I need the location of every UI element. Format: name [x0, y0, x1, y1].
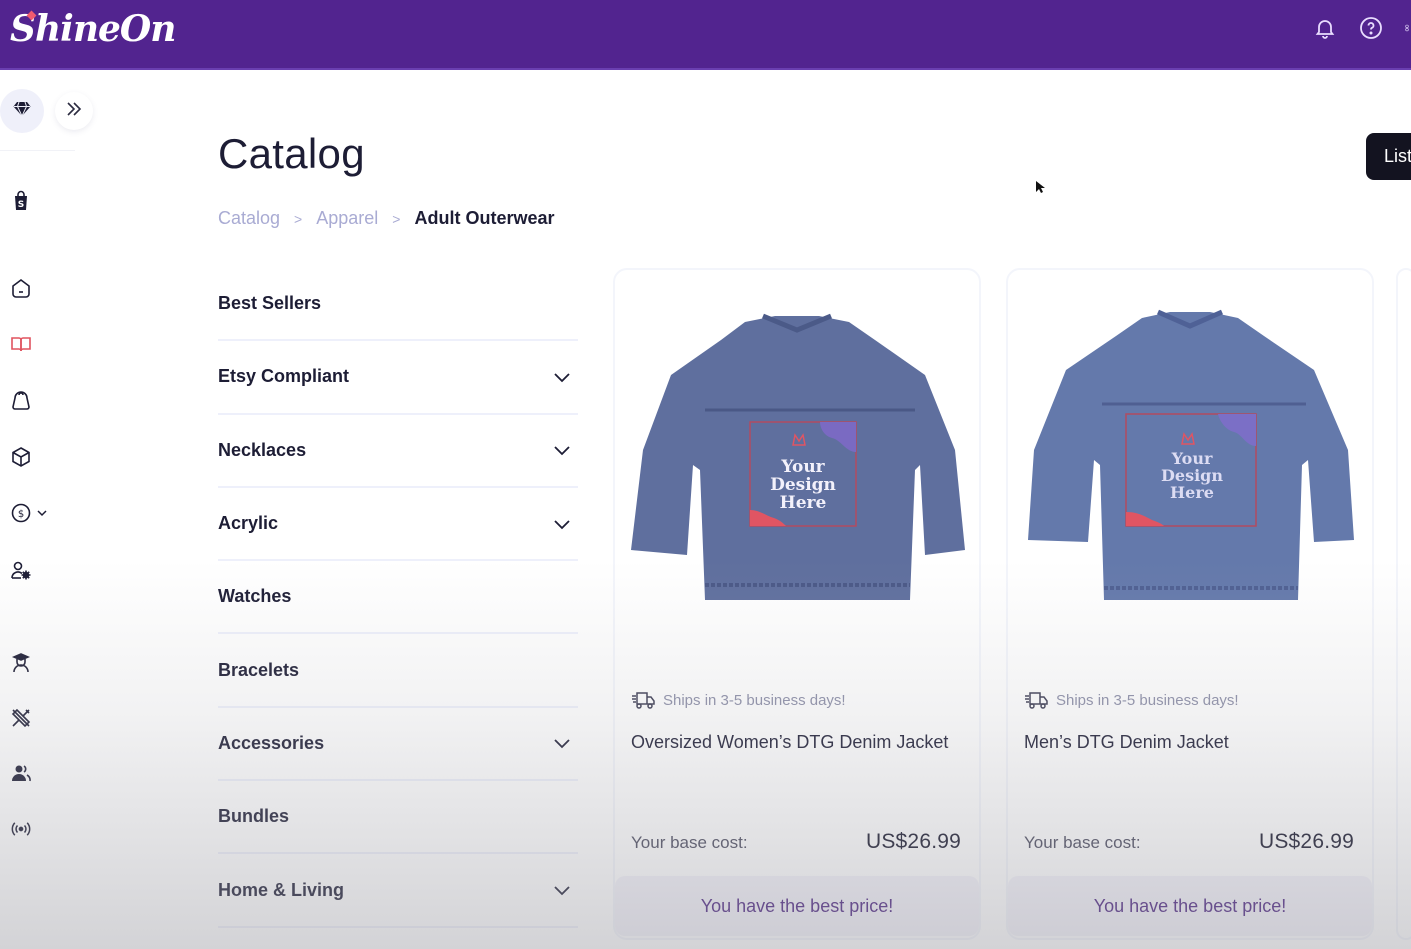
category-label: Home & Living	[218, 879, 345, 900]
category-watches[interactable]: Watches	[218, 561, 578, 635]
top-bar: ShineOn	[0, 0, 1411, 70]
svg-text:S: S	[18, 200, 24, 210]
base-cost-label: Your base cost:	[631, 833, 748, 852]
category-accessories[interactable]: Accessories	[218, 708, 578, 782]
page-title: Catalog	[218, 130, 365, 177]
category-label: Etsy Compliant	[218, 366, 350, 387]
base-cost-value: US$26.99	[865, 830, 961, 853]
help-icon[interactable]	[1357, 14, 1385, 42]
mouse-cursor-icon	[1036, 181, 1045, 193]
expand-sidebar-button[interactable]	[55, 92, 93, 130]
category-etsy-compliant[interactable]: Etsy Compliant	[218, 341, 578, 415]
sidebar-divider	[0, 150, 75, 151]
brand-button[interactable]	[0, 89, 44, 133]
category-label: Bundles	[218, 806, 290, 827]
delivery-truck-icon	[1025, 692, 1048, 709]
product-card[interactable]: Your Design Here Ships in 3-5 business d…	[613, 268, 981, 940]
home-icon[interactable]	[8, 275, 34, 301]
orders-bag-icon[interactable]	[8, 388, 34, 414]
chevron-down-icon[interactable]	[552, 880, 572, 900]
image-text-line: Design	[770, 475, 836, 495]
list-product-button[interactable]: List	[1366, 133, 1411, 180]
category-bundles[interactable]: Bundles	[218, 781, 578, 855]
category-label: Accessories	[218, 732, 325, 753]
image-text-line: Your	[780, 457, 825, 477]
category-label: Best Sellers	[218, 293, 322, 314]
chevron-down-icon[interactable]	[552, 733, 572, 753]
catalog-book-icon[interactable]	[8, 331, 34, 357]
image-text-line: Here	[1170, 483, 1214, 502]
billing-chevron-down-icon[interactable]	[36, 507, 48, 519]
breadcrumb-current: Adult Outerwear	[414, 208, 555, 228]
breadcrumb-separator-icon: >	[392, 210, 401, 227]
svg-text:$: $	[18, 509, 24, 520]
delivery-truck-icon	[632, 692, 655, 709]
sidebar: S $	[0, 72, 110, 949]
category-acrylic[interactable]: Acrylic	[218, 488, 578, 562]
product-name[interactable]: Oversized Women’s DTG Denim Jacket	[631, 732, 948, 753]
shipping-info: Ships in 3-5 business days!	[631, 690, 846, 710]
category-label: Necklaces	[218, 439, 307, 460]
diamond-icon	[13, 101, 31, 122]
image-text-line: Here	[780, 493, 827, 513]
product-card[interactable]: Your Design Here Ships in 3-5 business d…	[1006, 268, 1374, 940]
chevron-down-icon[interactable]	[552, 514, 572, 534]
account-settings-icon[interactable]	[8, 558, 34, 584]
product-image-denim-jacket[interactable]: Your Design Here	[1018, 300, 1362, 600]
design-tools-icon[interactable]	[8, 705, 34, 731]
shipping-text: Ships in 3-5 business days!	[663, 691, 846, 709]
base-cost-row: Your base cost: US$26.99	[1024, 830, 1354, 854]
academy-icon[interactable]	[8, 650, 34, 676]
category-label: Watches	[218, 586, 292, 607]
category-list: Best Sellers Etsy Compliant Necklaces Ac…	[218, 268, 578, 928]
category-best-sellers[interactable]: Best Sellers	[218, 268, 578, 342]
shopify-icon[interactable]: S	[8, 188, 34, 214]
shipping-text: Ships in 3-5 business days!	[1056, 691, 1239, 709]
breadcrumb-separator-icon: >	[294, 210, 303, 227]
category-label: Bracelets	[218, 659, 300, 680]
product-name[interactable]: Men’s DTG Denim Jacket	[1024, 732, 1229, 753]
base-cost-row: Your base cost: US$26.99	[631, 830, 961, 854]
double-chevron-right-icon	[65, 100, 83, 123]
products-box-icon[interactable]	[8, 444, 34, 470]
breadcrumb: Catalog > Apparel > Adult Outerwear	[218, 208, 555, 229]
category-label: Acrylic	[218, 513, 279, 534]
base-cost-label: Your base cost:	[1024, 833, 1141, 852]
breadcrumb-apparel[interactable]: Apparel	[316, 208, 378, 229]
category-necklaces[interactable]: Necklaces	[218, 415, 578, 488]
category-bracelets[interactable]: Bracelets	[218, 634, 578, 708]
base-cost-value: US$26.99	[1258, 830, 1354, 853]
best-price-badge[interactable]: You have the best price!	[1008, 876, 1372, 936]
bell-icon[interactable]	[1311, 14, 1339, 42]
chevron-down-icon[interactable]	[552, 367, 572, 387]
broadcast-icon[interactable]	[8, 816, 34, 842]
category-home-living[interactable]: Home & Living	[218, 854, 578, 928]
community-icon[interactable]	[8, 760, 34, 786]
breadcrumb-catalog[interactable]: Catalog	[218, 208, 280, 229]
shipping-info: Ships in 3-5 business days!	[1024, 690, 1239, 710]
billing-dollar-icon[interactable]: $	[8, 500, 34, 526]
user-menu-icon[interactable]	[1403, 14, 1411, 42]
chevron-down-icon[interactable]	[552, 440, 572, 460]
product-card-partial[interactable]	[1396, 268, 1411, 940]
product-image-denim-jacket[interactable]: Your Design Here	[625, 300, 969, 600]
best-price-badge[interactable]: You have the best price!	[615, 876, 979, 936]
